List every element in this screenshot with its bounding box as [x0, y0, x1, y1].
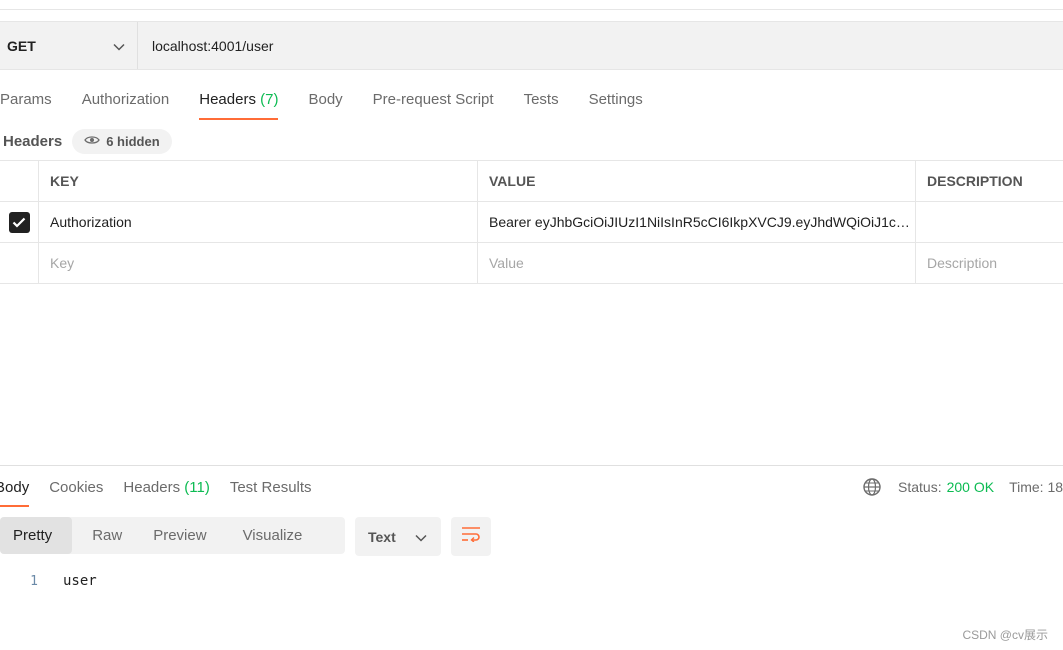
pane-divider[interactable]	[0, 465, 1063, 466]
chevron-down-icon	[415, 529, 427, 545]
tab-params[interactable]: Params	[0, 84, 52, 120]
request-tabs: Params Authorization Headers (7) Body Pr…	[0, 84, 643, 120]
response-tab-body[interactable]: Body	[0, 472, 30, 507]
headers-table: KEY VALUE DESCRIPTION Authorization Bear…	[0, 160, 1063, 284]
row-description-field[interactable]	[916, 202, 1063, 242]
table-header-row: KEY VALUE DESCRIPTION	[0, 161, 1063, 202]
tab-tests[interactable]: Tests	[524, 84, 559, 120]
top-strip	[0, 0, 1063, 10]
status-label: Status:	[898, 479, 942, 495]
row-checkbox[interactable]	[8, 211, 30, 233]
view-mode-selector: Pretty Raw Preview Visualize	[0, 517, 345, 554]
method-label: GET	[7, 37, 36, 54]
hidden-headers-toggle[interactable]: 6 hidden	[72, 128, 172, 154]
tab-headers[interactable]: Headers (7)	[199, 84, 279, 120]
method-select[interactable]: GET	[0, 22, 138, 69]
headers-title: Headers	[3, 132, 63, 150]
watermark: CSDN @cv展示	[962, 628, 1048, 642]
response-tab-test-results[interactable]: Test Results	[230, 472, 312, 507]
response-tab-headers[interactable]: Headers (11)	[123, 472, 209, 507]
headers-toolbar: Headers 6 hidden	[0, 128, 172, 154]
headers-count: (7)	[260, 91, 279, 108]
response-body-text[interactable]: user	[63, 573, 97, 589]
url-input[interactable]: localhost:4001/user	[138, 38, 273, 54]
format-label: Text	[368, 528, 396, 545]
new-description-input[interactable]: Description	[916, 243, 1063, 283]
chevron-down-icon	[113, 38, 125, 54]
time-label[interactable]: Time: 18	[1009, 479, 1063, 495]
table-row-empty: Key Value Description	[0, 243, 1063, 284]
tab-body[interactable]: Body	[308, 84, 342, 120]
tab-authorization[interactable]: Authorization	[82, 84, 170, 120]
table-row: Authorization Bearer eyJhbGciOiJIUzI1NiI…	[0, 202, 1063, 243]
response-headers-count: (11)	[184, 479, 210, 496]
wrap-lines-button[interactable]	[451, 517, 491, 556]
view-visualize-button[interactable]: Visualize	[225, 517, 317, 554]
eye-icon	[84, 134, 100, 149]
row-value-field[interactable]: Bearer eyJhbGciOiJIUzI1NiIsInR5cCI6IkpXV…	[478, 202, 916, 242]
column-value: VALUE	[478, 161, 916, 201]
view-pretty-button[interactable]: Pretty	[0, 517, 73, 554]
response-tab-cookies[interactable]: Cookies	[49, 472, 103, 507]
globe-icon[interactable]	[862, 477, 882, 497]
tab-settings[interactable]: Settings	[589, 84, 643, 120]
column-description: DESCRIPTION	[927, 173, 1023, 189]
status-code[interactable]: 200 OK	[947, 479, 994, 495]
new-key-input[interactable]: Key	[39, 243, 478, 283]
column-key: KEY	[39, 161, 478, 201]
wrap-lines-icon	[461, 526, 481, 547]
view-raw-button[interactable]: Raw	[72, 517, 137, 554]
new-value-input[interactable]: Value	[478, 243, 916, 283]
hidden-count-label: 6 hidden	[106, 133, 160, 149]
line-number: 1	[30, 573, 38, 589]
response-status: Status: 200 OK Time: 18	[862, 476, 1063, 498]
url-bar: GET localhost:4001/user	[0, 21, 1063, 70]
row-key-field[interactable]: Authorization	[39, 202, 478, 242]
format-select[interactable]: Text	[355, 517, 441, 556]
response-tabs: Body Cookies Headers (11) Test Results	[0, 472, 312, 508]
response-body-line: 1 user	[0, 571, 97, 591]
view-preview-button[interactable]: Preview	[137, 517, 224, 554]
tab-pre-request-script[interactable]: Pre-request Script	[373, 84, 494, 120]
